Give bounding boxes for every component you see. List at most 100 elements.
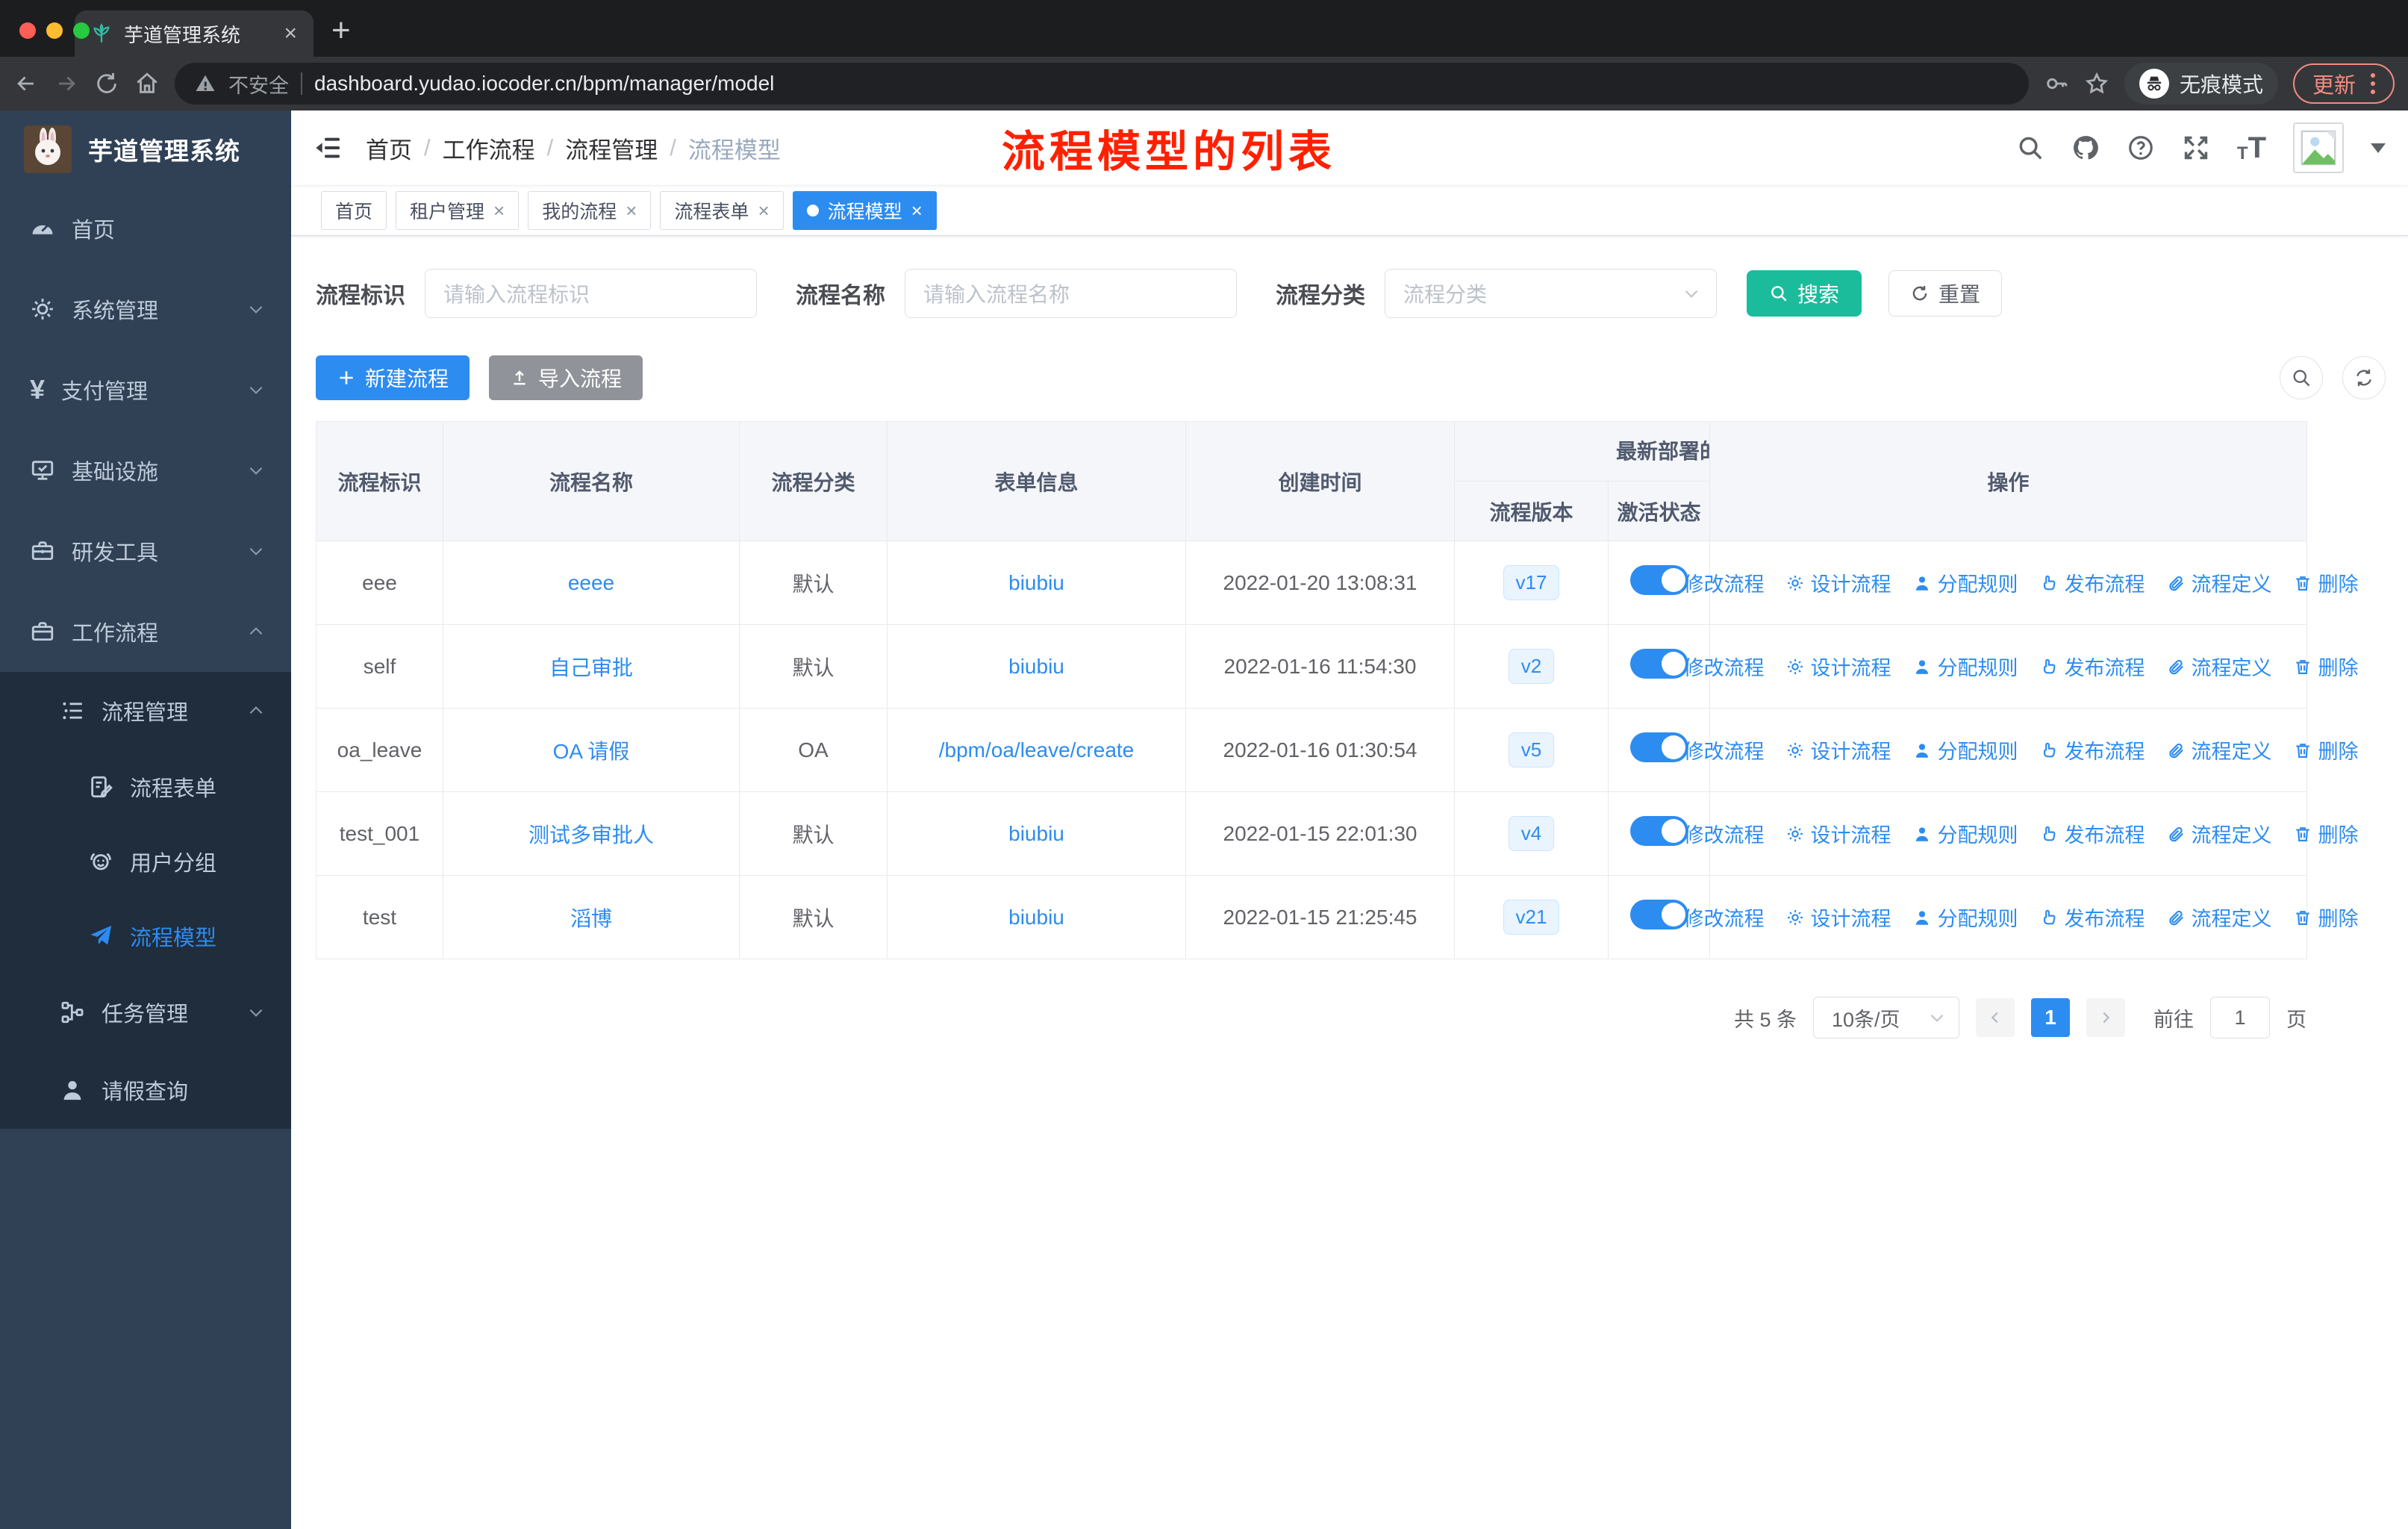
action-design-link[interactable]: 设计流程 — [1785, 568, 1891, 597]
address-bar[interactable]: 不安全 dashboard.yudao.iocoder.cn/bpm/manag… — [175, 63, 2029, 105]
tag-close-icon[interactable]: × — [493, 201, 505, 220]
page-size-select[interactable]: 10条/页 — [1813, 997, 1959, 1038]
goto-page-input[interactable]: 1 — [2210, 997, 2270, 1038]
sidebar-item-yen[interactable]: ¥ 支付管理 — [0, 349, 291, 430]
reload-icon[interactable] — [94, 71, 119, 96]
action-design-link[interactable]: 设计流程 — [1785, 819, 1891, 848]
sidebar-item-tree-list[interactable]: 流程管理 — [0, 672, 291, 750]
breadcrumb-item[interactable]: 首页 — [366, 131, 412, 165]
form-info-link[interactable]: biubiu — [1008, 571, 1064, 594]
breadcrumb-item[interactable]: 流程管理 — [565, 131, 658, 165]
action-assign-user-link[interactable]: 分配规则 — [1912, 735, 2018, 764]
import-model-button[interactable]: 导入流程 — [489, 355, 643, 400]
current-page-button[interactable]: 1 — [2031, 998, 2070, 1037]
forward-icon[interactable] — [54, 71, 79, 96]
model-name-link[interactable]: 测试多审批人 — [528, 823, 654, 847]
sidebar-item-user-group[interactable]: 用户分组 — [0, 824, 291, 899]
active-toggle[interactable] — [1629, 565, 1688, 595]
version-badge[interactable]: v17 — [1503, 564, 1560, 601]
close-window-button[interactable] — [19, 22, 36, 39]
action-publish-link[interactable]: 发布流程 — [2039, 568, 2145, 597]
action-definition-link-link[interactable]: 流程定义 — [2166, 652, 2272, 681]
minimize-window-button[interactable] — [46, 22, 63, 39]
action-delete-link[interactable]: 删除 — [2293, 568, 2359, 597]
action-publish-link[interactable]: 发布流程 — [2039, 903, 2145, 932]
search-button[interactable]: 搜索 — [1747, 270, 1862, 317]
sidebar-item-monitor[interactable]: 基础设施 — [0, 430, 291, 511]
zoom-window-button[interactable] — [73, 22, 90, 39]
help-icon[interactable] — [2127, 134, 2155, 162]
form-info-link[interactable]: /bpm/oa/leave/create — [939, 738, 1135, 762]
sidebar-item-person[interactable]: 请假查询 — [0, 1051, 291, 1129]
tag-close-icon[interactable]: × — [758, 201, 769, 220]
breadcrumb-item[interactable]: 工作流程 — [443, 131, 535, 165]
bookmark-star-icon[interactable] — [2084, 71, 2109, 96]
model-name-link[interactable]: OA 请假 — [553, 740, 630, 763]
action-publish-link[interactable]: 发布流程 — [2039, 819, 2145, 848]
tab-close-icon[interactable]: × — [284, 22, 297, 45]
sidebar-item-toolbox[interactable]: 研发工具 — [0, 511, 291, 591]
sidebar-item-paper-plane[interactable]: 流程模型 — [0, 899, 291, 974]
url-text[interactable]: dashboard.yudao.iocoder.cn/bpm/manager/m… — [314, 72, 774, 96]
action-assign-user-link[interactable]: 分配规则 — [1912, 903, 2018, 932]
font-size-icon[interactable]: TT — [2237, 133, 2266, 163]
model-name-link[interactable]: 自己审批 — [549, 656, 633, 679]
prev-page-button[interactable] — [1976, 998, 2015, 1037]
tag-close-icon[interactable]: × — [911, 201, 923, 220]
tag-chip[interactable]: 首页 — [321, 190, 387, 230]
filter-name-input[interactable]: 请输入流程名称 — [905, 269, 1237, 318]
action-delete-link[interactable]: 删除 — [2293, 903, 2359, 932]
action-assign-user-link[interactable]: 分配规则 — [1912, 568, 2018, 597]
reset-button[interactable]: 重置 — [1888, 270, 2003, 317]
fullscreen-icon[interactable] — [2182, 134, 2210, 162]
sidebar-item-form-doc[interactable]: 流程表单 — [0, 750, 291, 824]
action-definition-link-link[interactable]: 流程定义 — [2166, 735, 2272, 764]
filter-id-input[interactable]: 请输入流程标识 — [425, 269, 757, 318]
tag-close-icon[interactable]: × — [626, 201, 637, 220]
browser-tab[interactable]: 芋道管理系统 × — [75, 10, 314, 57]
action-definition-link-link[interactable]: 流程定义 — [2166, 903, 2272, 932]
version-badge[interactable]: v21 — [1503, 899, 1560, 935]
action-assign-user-link[interactable]: 分配规则 — [1912, 652, 2018, 681]
active-toggle[interactable] — [1629, 649, 1688, 679]
action-delete-link[interactable]: 删除 — [2293, 652, 2359, 681]
browser-menu-icon[interactable] — [2371, 73, 2375, 94]
show-search-button[interactable] — [2280, 356, 2323, 399]
avatar-caret-icon[interactable] — [2371, 143, 2386, 153]
tag-chip[interactable]: 流程表单 × — [660, 190, 784, 230]
model-name-link[interactable]: 滔博 — [570, 907, 612, 930]
window-controls[interactable] — [19, 22, 90, 39]
tag-chip[interactable]: 流程模型 × — [792, 190, 937, 230]
sidebar-item-briefcase[interactable]: 工作流程 — [0, 591, 291, 672]
refresh-table-button[interactable] — [2342, 356, 2386, 399]
back-icon[interactable] — [13, 71, 39, 96]
next-page-button[interactable] — [2086, 998, 2125, 1037]
form-info-link[interactable]: biubiu — [1008, 906, 1064, 929]
sidebar-item-dashboard[interactable]: 首页 — [0, 188, 291, 269]
version-badge[interactable]: v4 — [1508, 815, 1555, 852]
action-definition-link-link[interactable]: 流程定义 — [2166, 568, 2272, 597]
active-toggle[interactable] — [1629, 900, 1688, 929]
new-tab-button[interactable]: + — [331, 12, 351, 49]
action-design-link[interactable]: 设计流程 — [1785, 652, 1891, 681]
filter-category-select[interactable]: 流程分类 — [1385, 269, 1717, 318]
active-toggle[interactable] — [1629, 732, 1688, 762]
sidebar-item-gear[interactable]: 系统管理 — [0, 269, 291, 349]
key-icon[interactable] — [2044, 71, 2069, 96]
action-publish-link[interactable]: 发布流程 — [2039, 735, 2145, 764]
version-badge[interactable]: v2 — [1508, 648, 1555, 685]
tag-chip[interactable]: 租户管理 × — [396, 190, 520, 230]
create-model-button[interactable]: 新建流程 — [316, 355, 470, 400]
action-publish-link[interactable]: 发布流程 — [2039, 652, 2145, 681]
action-delete-link[interactable]: 删除 — [2293, 819, 2359, 848]
home-icon[interactable] — [134, 71, 160, 96]
active-toggle[interactable] — [1629, 816, 1688, 846]
github-icon[interactable] — [2071, 134, 2100, 162]
action-delete-link[interactable]: 删除 — [2293, 735, 2359, 764]
tag-chip[interactable]: 我的流程 × — [528, 190, 652, 230]
sidebar-item-task-tree[interactable]: 任务管理 — [0, 974, 291, 1051]
action-design-link[interactable]: 设计流程 — [1785, 735, 1891, 764]
search-icon[interactable] — [2016, 134, 2044, 162]
version-badge[interactable]: v5 — [1508, 732, 1555, 768]
form-info-link[interactable]: biubiu — [1008, 655, 1064, 678]
